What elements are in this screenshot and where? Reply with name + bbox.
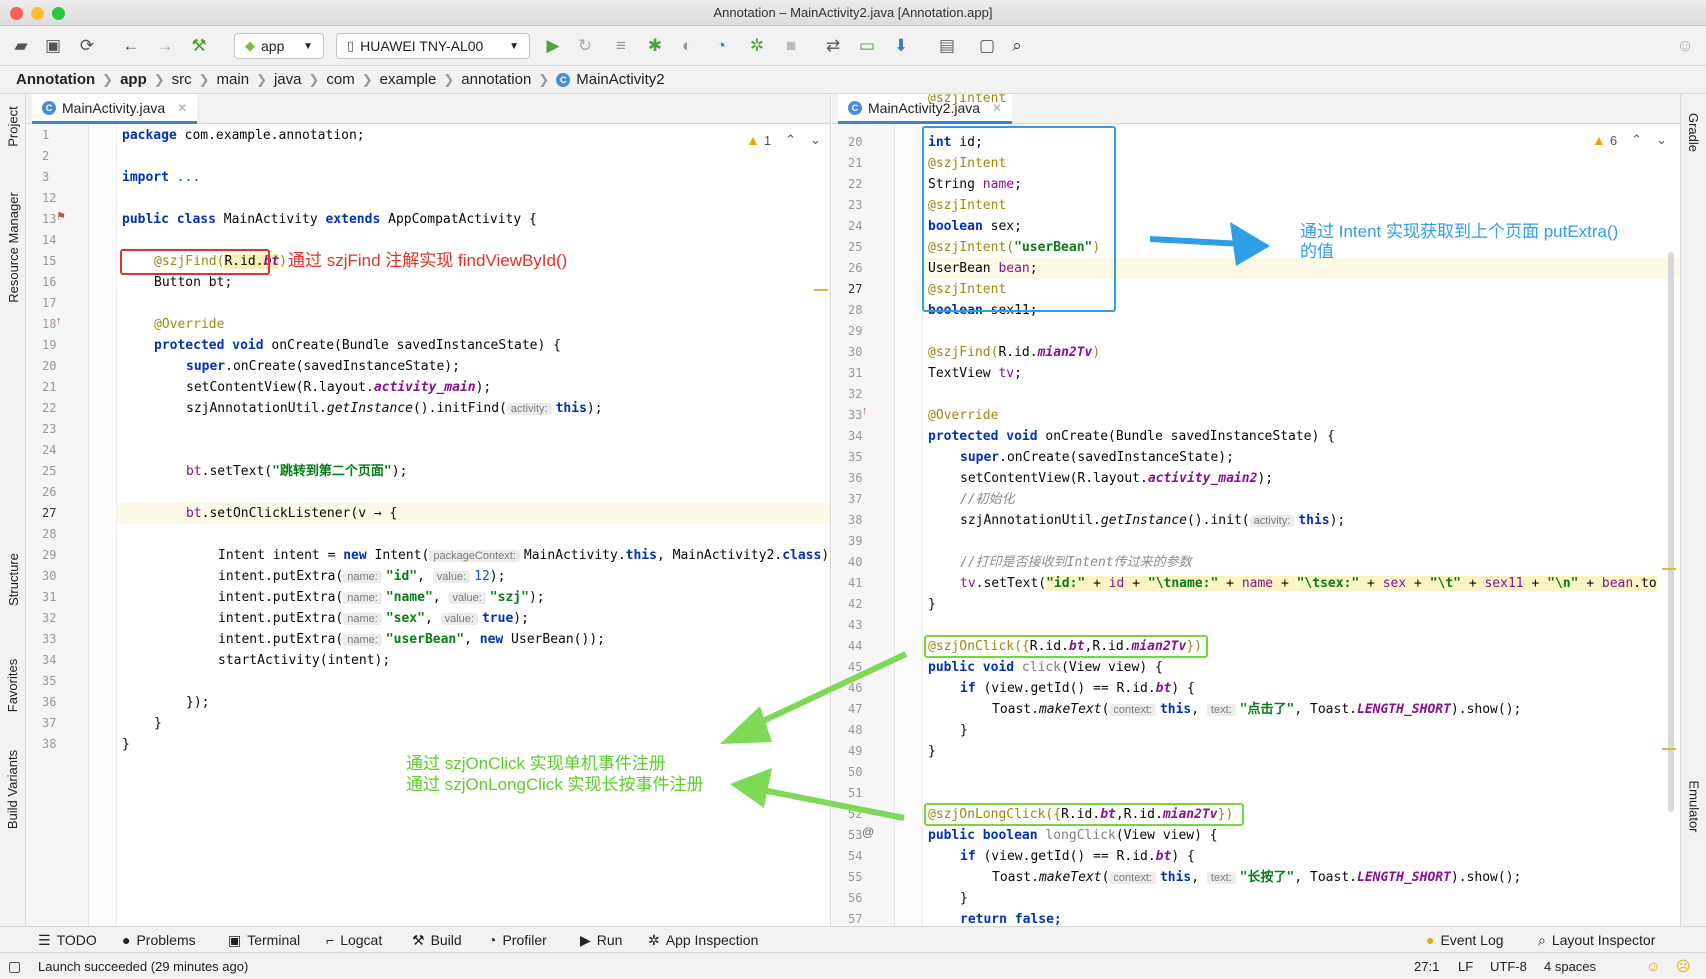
smiley-icon[interactable]: ☺ xyxy=(1646,953,1660,979)
tool-tab-label: Layout Inspector xyxy=(1551,932,1656,948)
tool-tab-todo[interactable]: ☰ TODO xyxy=(38,927,97,953)
profiler-icon: ◔ xyxy=(488,932,497,948)
logcat-icon: ⌐ xyxy=(326,932,335,948)
annotation-arrows xyxy=(720,222,1270,821)
tool-tab-label: TODO xyxy=(56,932,97,948)
tool-tab-layout-inspector[interactable]: ⌕ Layout Inspector xyxy=(1538,927,1655,953)
layout-inspector-icon: ⌕ xyxy=(1538,931,1546,948)
tool-tab-profiler[interactable]: ◔ Profiler xyxy=(488,927,547,953)
arrow-shaft xyxy=(761,787,905,821)
tool-tab-label: Build xyxy=(430,932,462,948)
indent-setting[interactable]: 4 spaces xyxy=(1544,953,1596,979)
tool-tab-app-inspection[interactable]: ✲ App Inspection xyxy=(648,927,758,953)
tool-tab-terminal[interactable]: ▣ Terminal xyxy=(228,927,300,953)
inspection-icon: ✲ xyxy=(648,931,660,948)
tool-tab-run[interactable]: ▶ Run xyxy=(580,927,622,953)
event-log-icon: ● xyxy=(1426,932,1435,948)
tool-tab-label: Run xyxy=(596,932,623,948)
tool-tab-label: Event Log xyxy=(1440,932,1504,948)
tool-tab-label: Problems xyxy=(136,932,196,948)
ide-window: Annotation – MainActivity2.java [Annotat… xyxy=(0,0,1706,979)
tool-tab-logcat[interactable]: ⌐ Logcat xyxy=(326,927,382,953)
arrow-head xyxy=(1230,222,1270,266)
arrow-shaft xyxy=(746,651,908,731)
bottom-tool-bar: ☰ TODO ● Problems ▣ Terminal ⌐ Logcat ⚒ Build… xyxy=(0,926,1706,952)
problems-icon: ● xyxy=(122,932,131,948)
run-icon: ▶ xyxy=(580,931,591,948)
file-encoding[interactable]: UTF-8 xyxy=(1490,953,1527,979)
arrow-head xyxy=(720,706,772,744)
tool-tab-problems[interactable]: ● Problems xyxy=(122,927,196,953)
line-separator[interactable]: LF xyxy=(1458,953,1473,979)
hammer-icon: ⚒ xyxy=(412,931,425,948)
arrow-shaft xyxy=(1149,236,1244,247)
status-bar: ▢ Launch succeeded (29 minutes ago) 27:1… xyxy=(0,952,1706,979)
tool-tab-build[interactable]: ⚒ Build xyxy=(412,927,462,953)
blue-arrow-icon xyxy=(1149,222,1270,266)
status-message: Launch succeeded (29 minutes ago) xyxy=(38,958,249,974)
tool-tab-label: Terminal xyxy=(247,932,301,948)
tool-tab-label: App Inspection xyxy=(665,932,759,948)
feedback-icon[interactable]: ☹ xyxy=(1676,953,1691,979)
list-icon: ☰ xyxy=(38,931,51,948)
green-arrow-icon xyxy=(720,651,908,744)
arrow-head xyxy=(730,768,772,808)
toggle-tool-windows-icon[interactable]: ▢ xyxy=(8,953,21,979)
green-arrow-icon xyxy=(730,768,905,821)
tool-tab-label: Profiler xyxy=(502,932,547,948)
tool-tab-event-log[interactable]: ● Event Log xyxy=(1426,927,1504,953)
tool-tab-label: Logcat xyxy=(340,932,383,948)
terminal-icon: ▣ xyxy=(228,931,242,948)
caret-position[interactable]: 27:1 xyxy=(1414,953,1439,979)
